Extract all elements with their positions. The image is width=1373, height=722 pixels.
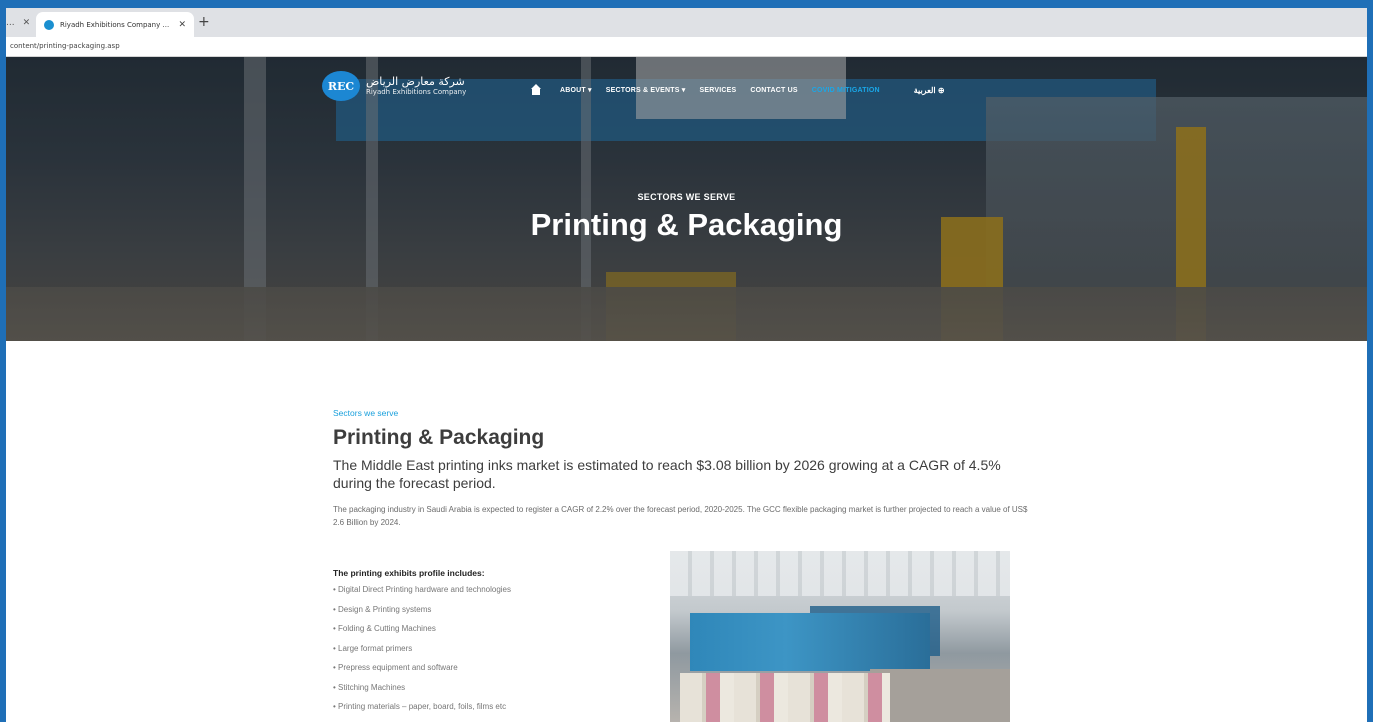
list-item: • Stitching Machines (333, 682, 406, 692)
list-item: • Large format primers (333, 643, 413, 653)
exhibits-profile: The printing exhibits profile includes: … (333, 566, 653, 717)
url-text: content/printing-packaging.asp (10, 42, 120, 50)
list-item: • Digital Direct Printing hardware and t… (333, 585, 512, 594)
home-icon[interactable] (530, 84, 542, 96)
hero-eyebrow: SECTORS WE SERVE (637, 192, 736, 202)
section-eyebrow: Sectors we serve (333, 408, 399, 418)
favicon-icon (44, 19, 54, 30)
list-item: • Prepress equipment and software (333, 663, 458, 672)
browser-window: ... ✕ Riyadh Exhibitions Company ... ✕ +… (6, 8, 1367, 722)
profile-heading: The printing exhibits profile includes: (333, 568, 485, 578)
close-icon[interactable]: ✕ (178, 20, 186, 30)
new-tab-icon[interactable]: + (198, 14, 210, 30)
language-switch[interactable]: العربية ⊕ (914, 86, 945, 95)
tab-strip: ... ✕ Riyadh Exhibitions Company ... ✕ + (6, 8, 1367, 37)
nav-contact[interactable]: CONTACT US (750, 87, 797, 94)
nav-about[interactable]: ABOUT ▾ (560, 86, 592, 94)
tab-previous-title: ... (6, 18, 15, 28)
logo-arabic: شركة معارض الرياض (366, 75, 465, 88)
main-nav: ABOUT ▾ SECTORS & EVENTS ▾ SERVICES CONT… (530, 83, 959, 97)
nav-services[interactable]: SERVICES (699, 87, 736, 94)
tab-active[interactable]: Riyadh Exhibitions Company ... ✕ (36, 12, 194, 37)
body-paragraph: The packaging industry in Saudi Arabia i… (333, 505, 1028, 527)
hero-banner: REC شركة معارض الرياض Riyadh Exhibitions… (6, 57, 1367, 341)
list-item: • Design & Printing systems (333, 604, 432, 614)
close-icon[interactable]: ✕ (23, 18, 31, 28)
main-content: Sectors we serve Printing & Packaging Th… (333, 408, 1033, 529)
site-logo[interactable]: REC شركة معارض الرياض Riyadh Exhibitions… (322, 71, 466, 101)
tab-active-title: Riyadh Exhibitions Company ... (60, 20, 170, 29)
address-bar[interactable]: content/printing-packaging.asp (6, 37, 1367, 57)
lead-text: The Middle East printing inks market is … (333, 457, 1001, 491)
nav-covid-mitigation[interactable]: COVID MITIGATION (812, 87, 880, 94)
logo-english: Riyadh Exhibitions Company (366, 88, 467, 96)
tab-previous[interactable]: ... ✕ (6, 15, 30, 31)
nav-sectors-events[interactable]: SECTORS & EVENTS ▾ (606, 86, 686, 94)
list-item: • Printing materials – paper, board, foi… (333, 702, 507, 711)
list-item: • Folding & Cutting Machines (333, 624, 436, 633)
page-title: Printing & Packaging (333, 426, 545, 449)
hero-title: Printing & Packaging (530, 207, 843, 242)
printing-facility-photo (670, 551, 1010, 722)
logo-badge: REC (322, 71, 360, 101)
profile-list: • Digital Direct Printing hardware and t… (333, 580, 653, 717)
